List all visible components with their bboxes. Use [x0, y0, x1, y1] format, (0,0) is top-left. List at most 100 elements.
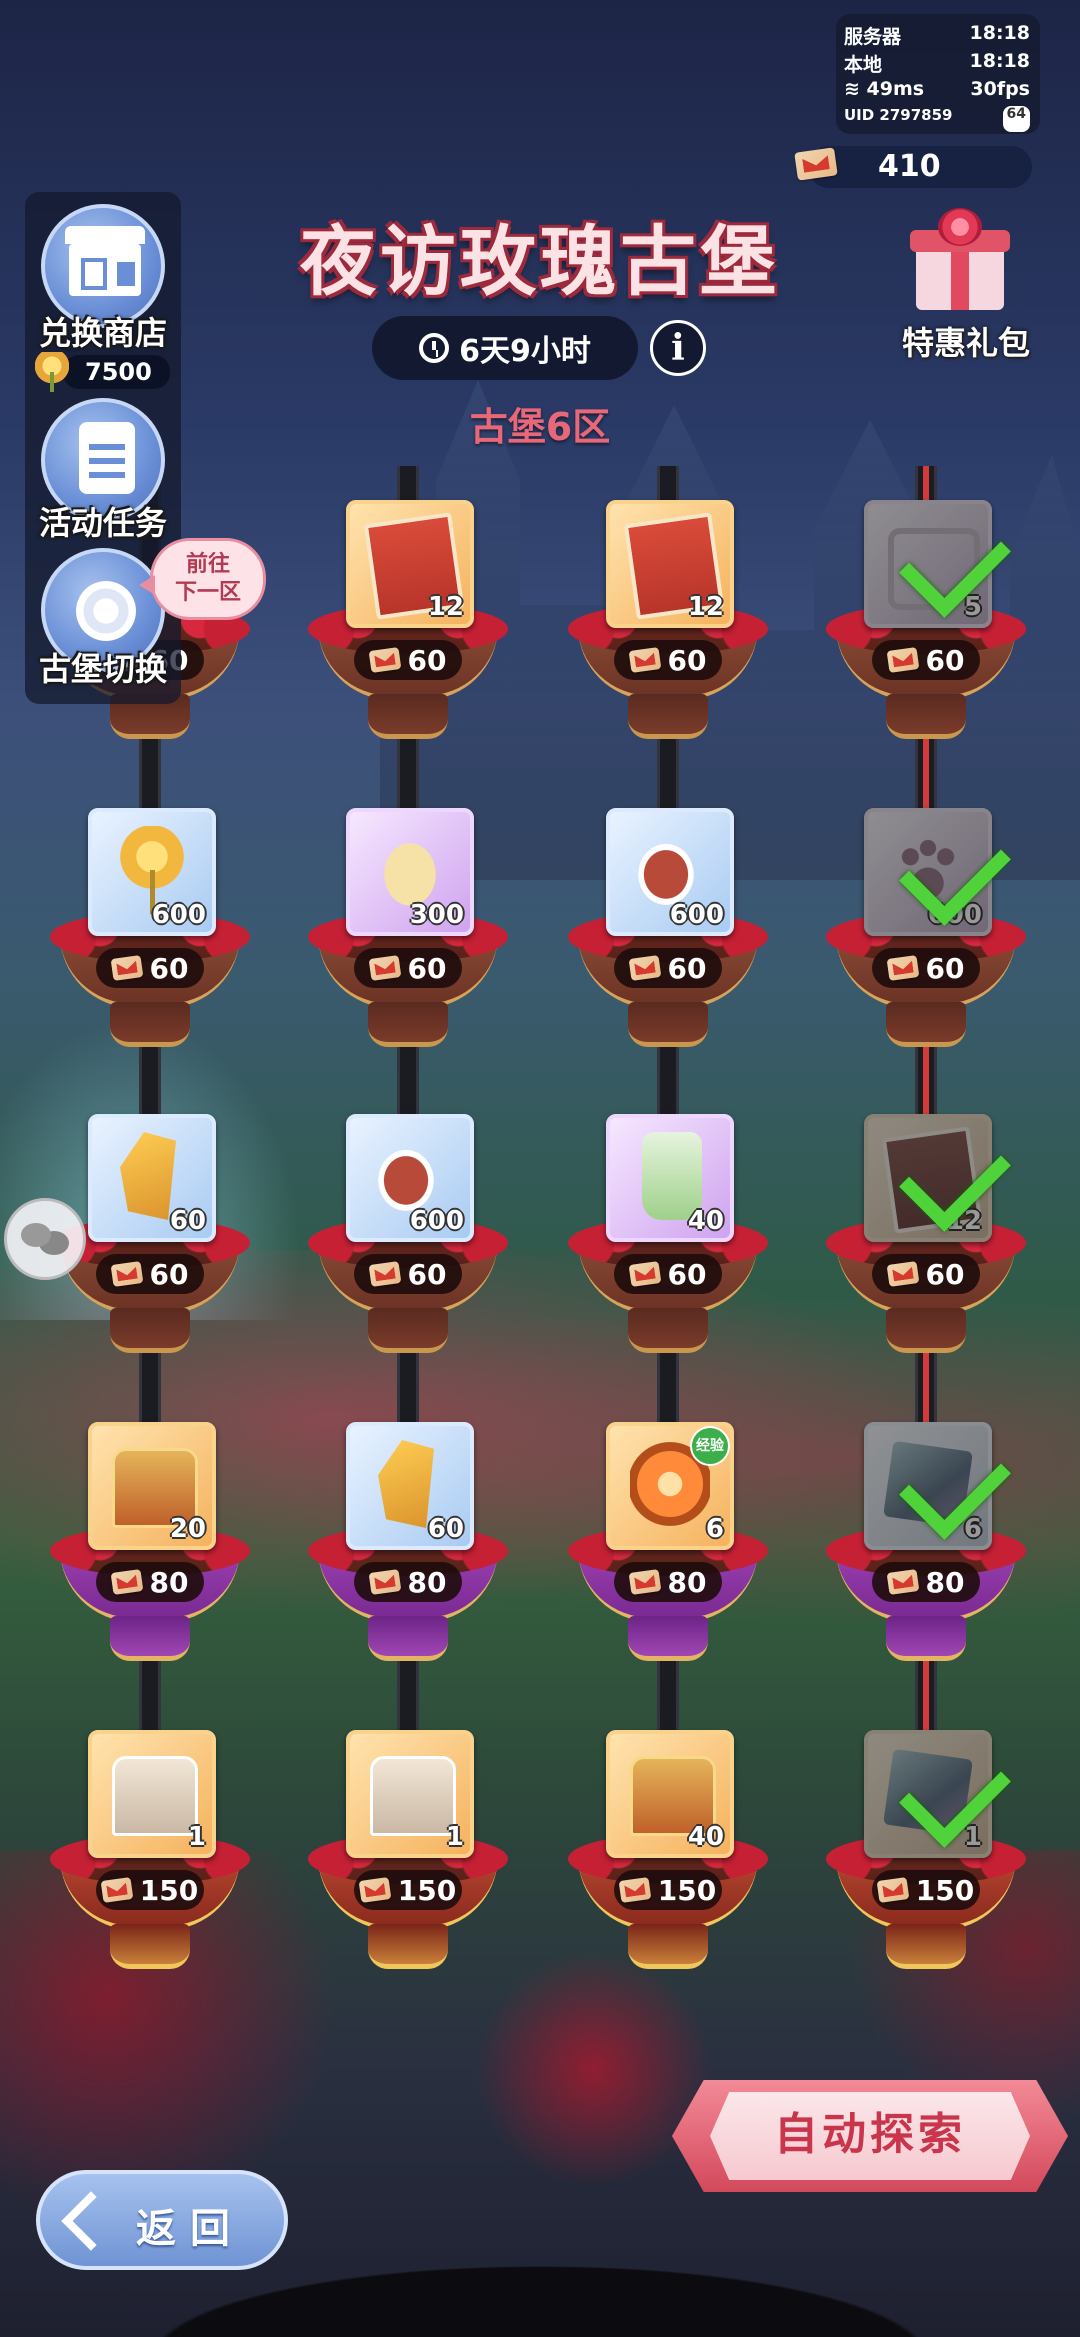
reward-node[interactable]: 5 60 — [826, 500, 1026, 740]
reward-qty: 600 — [409, 1206, 464, 1236]
ticket-icon — [368, 647, 401, 673]
reward-card[interactable]: 12 — [606, 500, 734, 628]
reward-qty: 40 — [687, 1206, 724, 1236]
ticket-count: 410 — [878, 149, 941, 184]
ping: 49ms — [866, 78, 925, 100]
reward-card[interactable]: 600 — [88, 808, 216, 936]
bowl-foot — [886, 1616, 966, 1661]
reward-card[interactable]: 经验 6 — [606, 1422, 734, 1550]
golden-rose-icon — [35, 352, 69, 392]
reward-qty: 20 — [169, 1514, 206, 1544]
reward-card[interactable]: 40 — [606, 1114, 734, 1242]
reward-qty: 600 — [669, 900, 724, 930]
reward-node[interactable]: 600 60 — [826, 808, 1026, 1048]
reward-card[interactable]: 1 — [346, 1730, 474, 1858]
node-cost: 60 — [614, 1254, 722, 1294]
reward-node[interactable]: 300 60 — [308, 808, 508, 1048]
rose-icon — [938, 208, 982, 246]
auto-explore-button[interactable]: 自动探索 — [672, 2080, 1068, 2192]
ticket-icon — [368, 955, 401, 981]
bowl-foot — [886, 1002, 966, 1047]
bowl-foot — [628, 1308, 708, 1353]
node-cost: 150 — [96, 1870, 204, 1910]
reward-node[interactable]: 1 150 — [308, 1730, 508, 1970]
bowl-foot — [886, 1308, 966, 1353]
reward-node[interactable]: 12 60 — [826, 1114, 1026, 1354]
rose-currency: 7500 — [35, 352, 170, 392]
uid: UID 2797859 — [844, 106, 953, 124]
rose-count: 7500 — [63, 355, 170, 389]
reward-card[interactable]: 300 — [346, 808, 474, 936]
server-time: 18:18 — [969, 22, 1030, 44]
node-cost: 150 — [614, 1870, 722, 1910]
reward-card[interactable]: 40 — [606, 1730, 734, 1858]
silver-chest-icon — [112, 1756, 198, 1836]
reward-qty: 6 — [963, 1514, 982, 1544]
reward-qty: 300 — [409, 900, 464, 930]
reward-node[interactable]: 40 60 — [568, 1114, 768, 1354]
shop-button[interactable]: 兑换商店 7500 — [35, 204, 170, 392]
reward-card[interactable]: 60 — [346, 1422, 474, 1550]
reward-qty: 1 — [445, 1822, 464, 1852]
node-cost: 60 — [354, 640, 462, 680]
ticket-icon — [368, 1569, 401, 1595]
bowl-foot — [368, 1924, 448, 1969]
reward-node[interactable]: 600 60 — [308, 1114, 508, 1354]
reward-card[interactable]: 20 — [88, 1422, 216, 1550]
reward-node[interactable]: 12 60 — [568, 500, 768, 740]
reward-node[interactable]: 40 150 — [568, 1730, 768, 1970]
bubble-line-2: 下一区 — [174, 580, 241, 605]
reward-node[interactable]: 600 60 — [568, 808, 768, 1048]
cost-value: 80 — [667, 1565, 707, 1599]
reward-card[interactable]: 60 — [88, 1114, 216, 1242]
event-title: 夜访玫瑰古堡 — [300, 217, 780, 306]
bowl-foot — [110, 1002, 190, 1047]
switch-label: 古堡切换 — [38, 650, 167, 688]
reward-qty: 1 — [963, 1822, 982, 1852]
node-cost: 80 — [872, 1562, 980, 1602]
fps: 30fps — [970, 78, 1030, 100]
node-cost: 60 — [354, 1254, 462, 1294]
local-label: 本地 — [844, 54, 883, 76]
ticket-icon — [876, 1877, 910, 1903]
reward-card[interactable]: 1 — [88, 1730, 216, 1858]
bowl-foot — [886, 1924, 966, 1969]
silver-chest-icon — [370, 1756, 456, 1836]
reward-node[interactable]: 1 150 — [826, 1730, 1026, 1970]
wifi-icon: ≋ — [844, 78, 867, 100]
reward-node[interactable]: 6 80 — [826, 1422, 1026, 1662]
reward-node[interactable]: 12 60 — [308, 500, 508, 740]
reward-node[interactable]: 600 60 — [50, 808, 250, 1048]
bowl-foot — [628, 1002, 708, 1047]
chat-button[interactable] — [4, 1198, 86, 1280]
gift-pack-label[interactable]: 特惠礼包 — [896, 318, 1036, 364]
cost-value: 150 — [139, 1873, 199, 1907]
reward-node[interactable]: 1 150 — [50, 1730, 250, 1970]
ticket-icon — [794, 147, 838, 181]
ticket-icon — [628, 1261, 661, 1287]
cost-value: 150 — [657, 1873, 717, 1907]
bowl-foot — [110, 1924, 190, 1969]
clipboard-icon — [79, 422, 135, 494]
node-cost: 60 — [872, 640, 980, 680]
bubble-line-1: 前往 — [185, 552, 230, 577]
reward-card[interactable]: 600 — [606, 808, 734, 936]
tasks-button[interactable]: 活动任务 — [39, 398, 167, 542]
reward-node[interactable]: 经验 6 80 — [568, 1422, 768, 1662]
ticket-icon — [886, 1261, 919, 1287]
next-zone-bubble[interactable]: 前往 下一区 — [139, 538, 266, 620]
reward-node[interactable]: 20 80 — [50, 1422, 250, 1662]
back-label: 返回 — [136, 2206, 244, 2252]
bowl-foot — [368, 1308, 448, 1353]
bowl-foot — [886, 694, 966, 739]
reward-card[interactable]: 600 — [346, 1114, 474, 1242]
castle-switch-button[interactable]: 古堡切换 — [39, 548, 167, 688]
bowl-foot — [110, 1308, 190, 1353]
reward-card[interactable]: 12 — [346, 500, 474, 628]
info-button[interactable]: i — [650, 320, 706, 376]
gift-pack-button[interactable] — [906, 208, 1014, 320]
reward-node[interactable]: 60 80 — [308, 1422, 508, 1662]
node-cost: 80 — [614, 1562, 722, 1602]
back-button[interactable]: 返回 — [36, 2170, 288, 2270]
cost-value: 60 — [149, 951, 189, 985]
